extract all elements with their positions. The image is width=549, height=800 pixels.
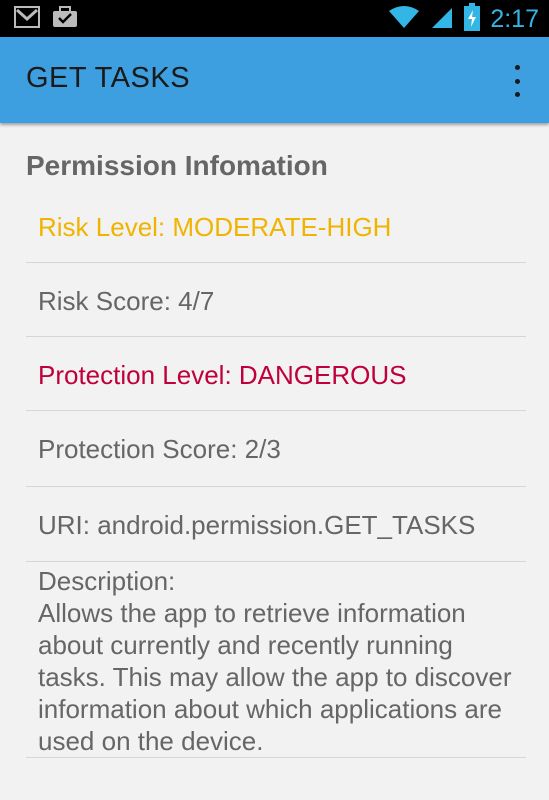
protection-level-text: Protection Level: DANGEROUS: [38, 360, 407, 390]
page-title: GET TASKS: [26, 62, 191, 94]
protection-level-row: Protection Level: DANGEROUS: [26, 336, 526, 411]
protection-score-text: Protection Score: 2/3: [38, 434, 281, 464]
briefcase-icon: [52, 6, 78, 32]
battery-charging-icon: [464, 3, 481, 35]
description-body: Allows the app to retrieve information a…: [38, 598, 512, 756]
signal-icon: [430, 5, 454, 33]
wifi-icon: [388, 5, 420, 33]
risk-level-text: Risk Level: MODERATE-HIGH: [38, 212, 392, 242]
description-row: Description: Allows the app to retrieve i…: [26, 561, 526, 758]
description-text: Description: Allows the app to retrieve i…: [38, 565, 518, 757]
risk-level-row: Risk Level: MODERATE-HIGH: [26, 193, 526, 263]
uri-row: URI: android.permission.GET_TASKS: [26, 486, 526, 562]
section-header: Permission Infomation: [26, 150, 328, 181]
protection-score-row: Protection Score: 2/3: [26, 410, 526, 487]
app-bar: GET TASKS: [0, 37, 549, 123]
more-vert-icon[interactable]: [509, 65, 525, 97]
notification-icons: [14, 6, 78, 32]
risk-score-text: Risk Score: 4/7: [38, 286, 215, 316]
description-label: Description:: [38, 566, 176, 596]
system-icons: 2:17: [388, 3, 539, 35]
risk-score-row: Risk Score: 4/7: [26, 262, 526, 337]
gmail-icon: [14, 6, 40, 32]
uri-text: URI: android.permission.GET_TASKS: [38, 510, 476, 540]
status-bar: 2:17: [0, 0, 549, 37]
status-clock: 2:17: [490, 5, 539, 33]
